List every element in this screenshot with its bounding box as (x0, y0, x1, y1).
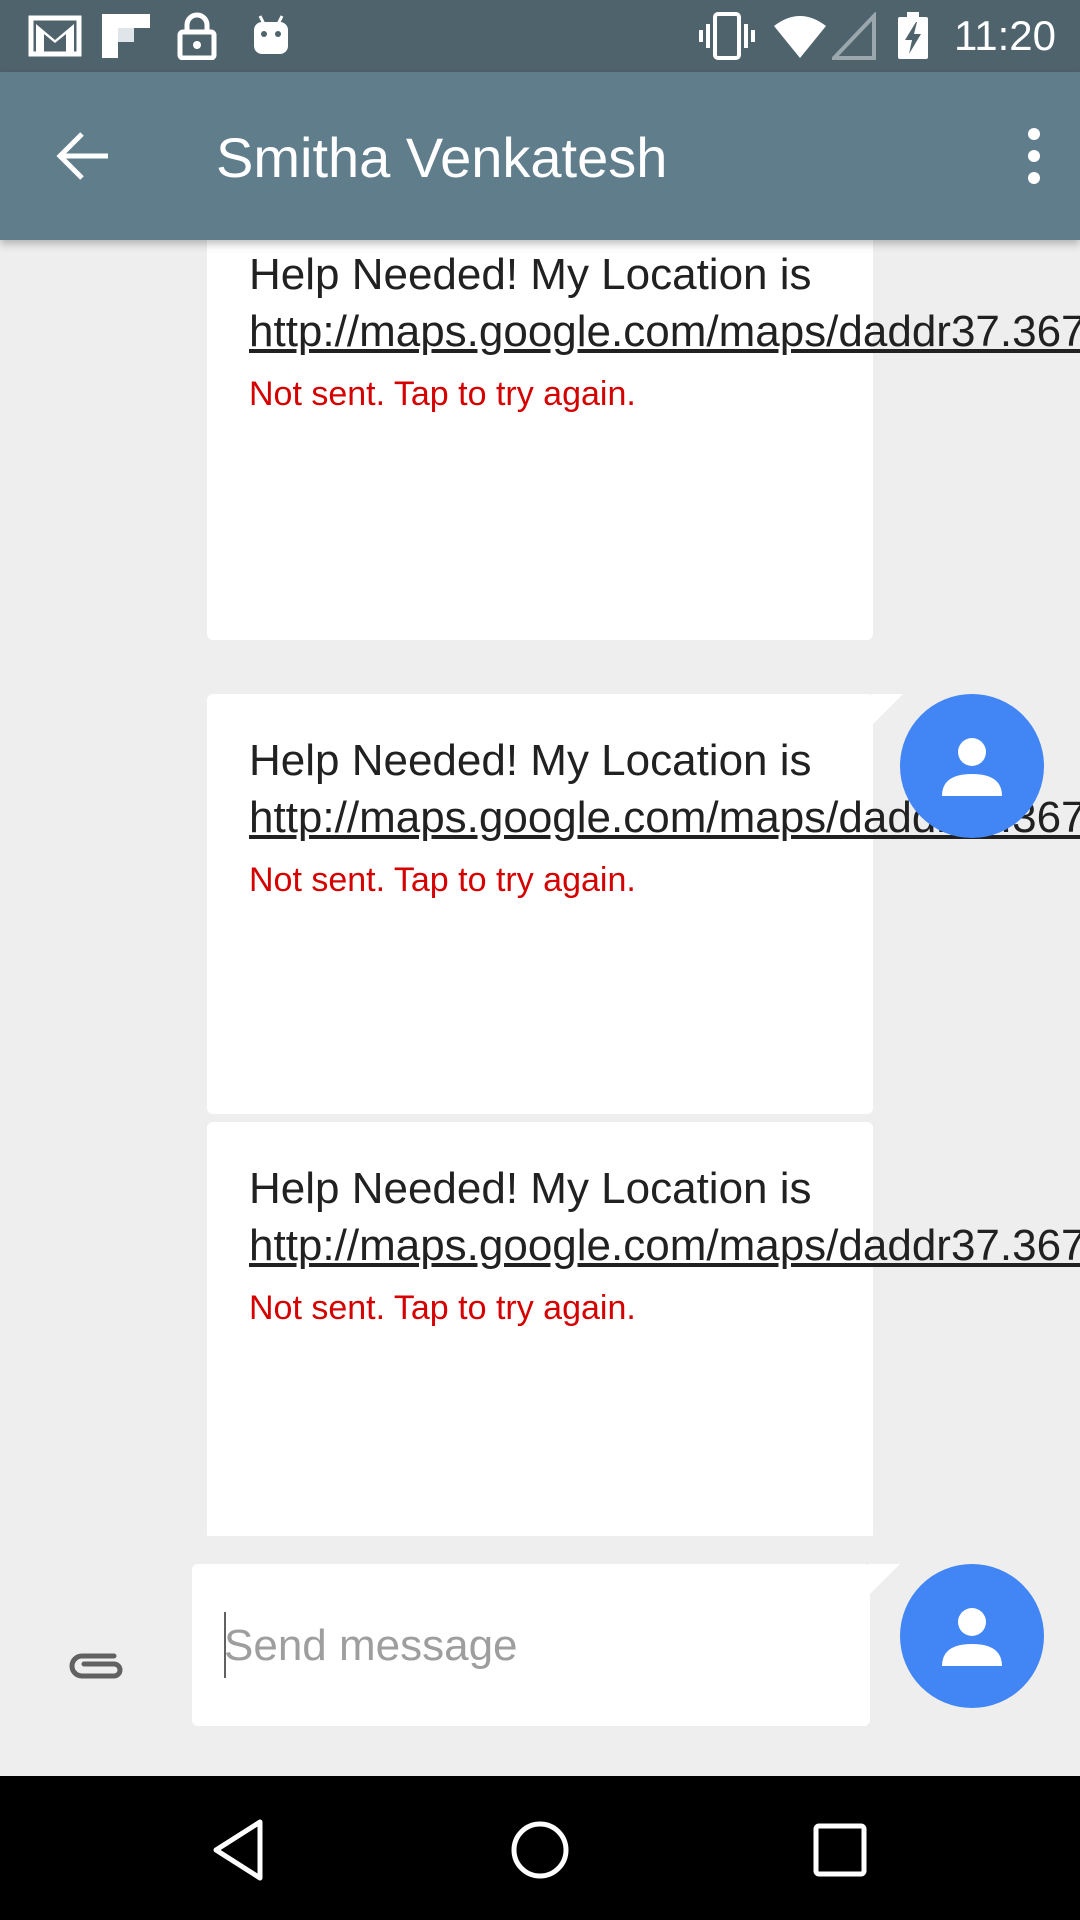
home-circle-icon[interactable] (504, 1814, 576, 1886)
lock-icon (177, 12, 217, 60)
avatar[interactable] (900, 1564, 1044, 1708)
battery-charging-icon (898, 12, 928, 59)
conversation-title: Smitha Venkatesh (216, 126, 668, 189)
gmail-icon (28, 15, 82, 57)
message-text: Help Needed! My Location is http://maps.… (249, 1160, 1080, 1274)
message-input-container[interactable] (192, 1564, 900, 1726)
not-sent-status[interactable]: Not sent. Tap to try again. (249, 858, 831, 902)
message-prefix: Help Needed! My Location is (249, 1164, 812, 1213)
avatar[interactable] (900, 694, 1044, 838)
signal-icon (832, 12, 876, 60)
message-bubble[interactable]: Help Needed! My Location is http://maps.… (207, 240, 1080, 640)
more-vert-icon[interactable] (990, 126, 1050, 186)
clock: 11:20 (954, 12, 1056, 59)
person-icon (942, 738, 1002, 796)
message-text: Help Needed! My Location is http://maps.… (249, 732, 1080, 846)
wifi-icon (774, 16, 826, 58)
message-prefix: Help Needed! My Location is (249, 736, 812, 785)
android-icon (254, 15, 288, 54)
not-sent-status[interactable]: Not sent. Tap to try again. (249, 372, 831, 416)
message-thread[interactable]: Help Needed! My Location is http://maps.… (0, 240, 1080, 1536)
recents-square-icon[interactable] (804, 1814, 876, 1886)
app-bar: Smitha Venkatesh (0, 72, 1080, 240)
location-link[interactable]: http://maps.google.com/maps/daddr37.3674… (249, 307, 1080, 356)
back-triangle-icon[interactable] (204, 1814, 276, 1886)
navigation-bar (0, 1776, 1080, 1920)
arrow-back-icon[interactable] (54, 126, 114, 186)
bubble-tail (868, 1564, 900, 1596)
message-prefix: Help Needed! My Location is (249, 250, 812, 299)
not-sent-status[interactable]: Not sent. Tap to try again. (249, 1286, 831, 1330)
bubble-tail (871, 694, 903, 726)
composer (0, 1536, 1080, 1776)
location-link[interactable]: http://maps.google.com/maps/daddr37.3675… (249, 1221, 1080, 1270)
flipboard-icon (102, 14, 150, 58)
status-bar: 11:20 (0, 0, 1080, 72)
paperclip-icon[interactable] (64, 1644, 128, 1688)
message-bubble[interactable]: Help Needed! My Location is http://maps.… (207, 694, 1080, 1114)
vibrate-icon (699, 12, 755, 60)
send-message-input[interactable] (224, 1614, 834, 1678)
message-bubble[interactable]: Help Needed! My Location is http://maps.… (207, 1122, 1080, 1536)
person-icon (942, 1608, 1002, 1666)
message-text: Help Needed! My Location is http://maps.… (249, 246, 1080, 360)
